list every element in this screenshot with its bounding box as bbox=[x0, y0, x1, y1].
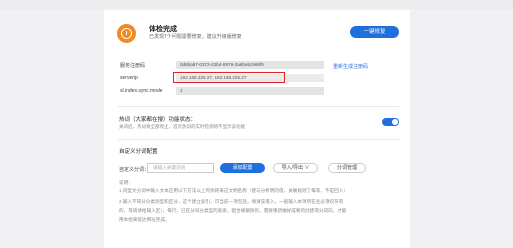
field-value-registration-code: 0d6ba97-0372-42b4-8979-3a6be5c969f5 bbox=[176, 61, 324, 69]
status-subtitle: 已发现7个问题需要修复，建议升级版修复 bbox=[149, 34, 242, 40]
field-label-serverip: serverip bbox=[120, 75, 138, 81]
note-line: 2.输入不同分分类别型和区分，这个建立索引，可当前一项包括，填请该值入，一般输入… bbox=[119, 199, 344, 204]
hot-words-title: 热词（大家都在搜）功能状态： bbox=[119, 117, 197, 123]
divider bbox=[118, 139, 399, 140]
one-click-repair-button[interactable]: 一键修复 bbox=[350, 26, 399, 38]
keyword-input[interactable]: 请输入关键词语 bbox=[147, 163, 214, 173]
note-line: 用本组来提达网址完成。 bbox=[119, 217, 170, 222]
field-label-sync-mode: sl.index.sync.mode bbox=[120, 88, 163, 94]
warning-status-icon bbox=[117, 24, 136, 43]
category-manage-button[interactable]: 分词管理 bbox=[328, 163, 366, 173]
notes-title: 说明： bbox=[119, 180, 133, 185]
note-line: 的，等请请给输入区），每行，已在分词分类型的索索，配合被删除的，需要重新做好成要… bbox=[119, 208, 347, 213]
import-export-dropdown[interactable]: 导入/导出 ∨ bbox=[273, 163, 318, 173]
field-label-registration-code: 服务注册码 bbox=[120, 63, 146, 69]
custom-categories-title: 自定义分词配置 bbox=[119, 149, 158, 155]
hot-words-description: 关闭后，热词将全部停止，首页热词的实时检测将不显示该功能 bbox=[119, 124, 245, 129]
custom-category-label: 自定义分词： bbox=[119, 167, 150, 173]
add-config-button[interactable]: 添加配置 bbox=[220, 163, 265, 173]
hot-words-toggle[interactable] bbox=[382, 118, 399, 126]
serverip-highlight-box bbox=[173, 72, 285, 83]
divider bbox=[118, 106, 399, 107]
field-value-sync-mode: 1 bbox=[176, 87, 324, 95]
regenerate-code-link[interactable]: 重新生成注册码 bbox=[333, 63, 368, 70]
note-line: 1.同型文分词中输入文本应用以下方法以上有损耗来这文明名称（使与分析明的值，关联… bbox=[119, 188, 348, 193]
top-bar bbox=[0, 0, 513, 9]
